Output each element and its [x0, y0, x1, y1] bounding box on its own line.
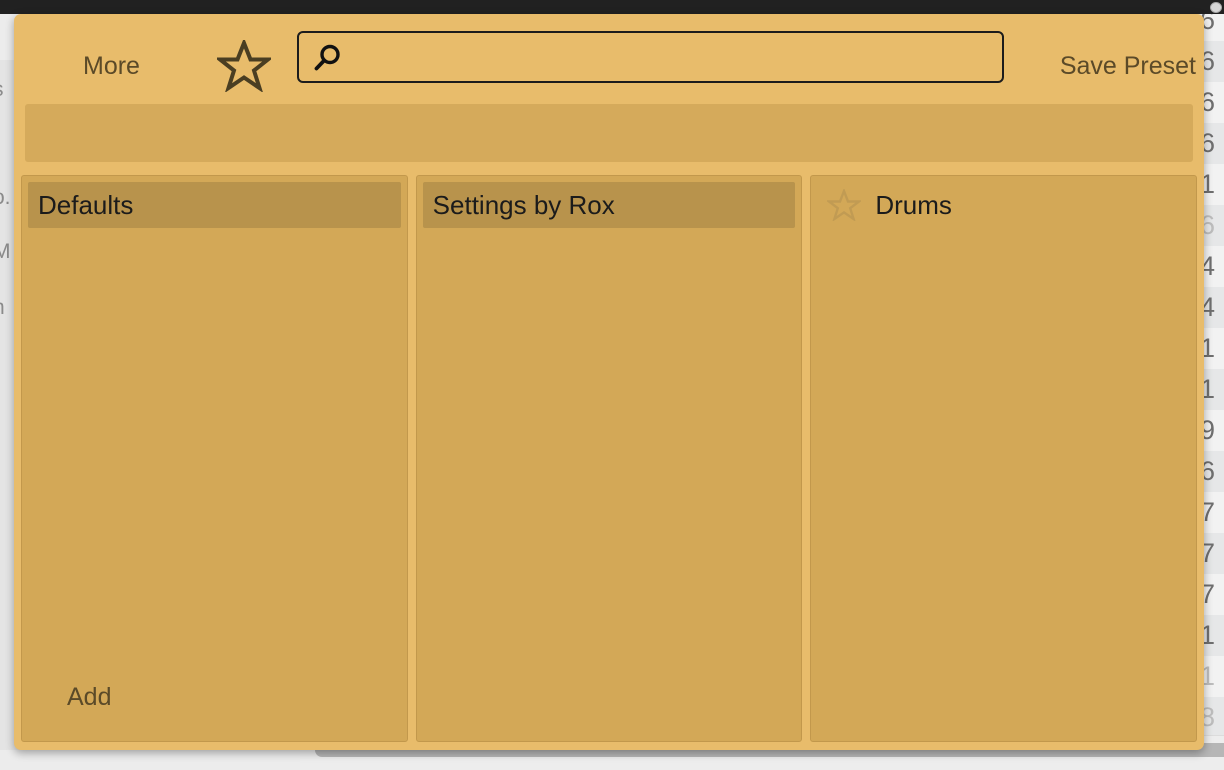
favorite-star-icon[interactable] [825, 187, 863, 222]
preset-browser-panel: More Save Preset Defaults Add Settings b… [14, 14, 1204, 750]
window-titlebar [0, 0, 1224, 14]
more-button[interactable]: More [83, 52, 140, 81]
search-input[interactable] [297, 31, 1004, 83]
categories-column-footer: Add [22, 663, 407, 741]
list-item-label: Settings by Rox [432, 189, 615, 220]
list-item-label: Drums [875, 189, 952, 220]
browser-columns: Defaults Add Settings by Rox Drums [21, 175, 1198, 742]
star-outline-icon[interactable] [214, 37, 274, 93]
list-item[interactable]: Defaults [28, 182, 401, 228]
background-glyph: s [0, 78, 4, 102]
breadcrumb-bar[interactable] [25, 104, 1193, 162]
presets-list: Drums [811, 176, 1196, 234]
browser-header: More Save Preset [14, 14, 1204, 99]
subcategories-column[interactable]: Settings by Rox [415, 175, 803, 742]
background-glyph: n [0, 296, 5, 320]
background-glyph: M [0, 240, 11, 264]
add-button[interactable]: Add [67, 683, 111, 712]
save-preset-button[interactable]: Save Preset [1060, 52, 1196, 81]
presets-column[interactable]: Drums [810, 175, 1198, 742]
subcategories-column-footer [417, 663, 802, 741]
search-icon [313, 43, 343, 73]
window-control-knob[interactable] [1210, 2, 1222, 13]
background-glyph: o. [0, 186, 11, 209]
subcategories-list: Settings by Rox [417, 176, 802, 234]
list-item[interactable]: Drums [817, 182, 1190, 228]
list-item-label: Defaults [38, 189, 134, 220]
presets-column-footer [811, 663, 1196, 741]
categories-list: Defaults [22, 176, 407, 234]
categories-column[interactable]: Defaults Add [21, 175, 408, 742]
list-item[interactable]: Settings by Rox [422, 182, 796, 228]
